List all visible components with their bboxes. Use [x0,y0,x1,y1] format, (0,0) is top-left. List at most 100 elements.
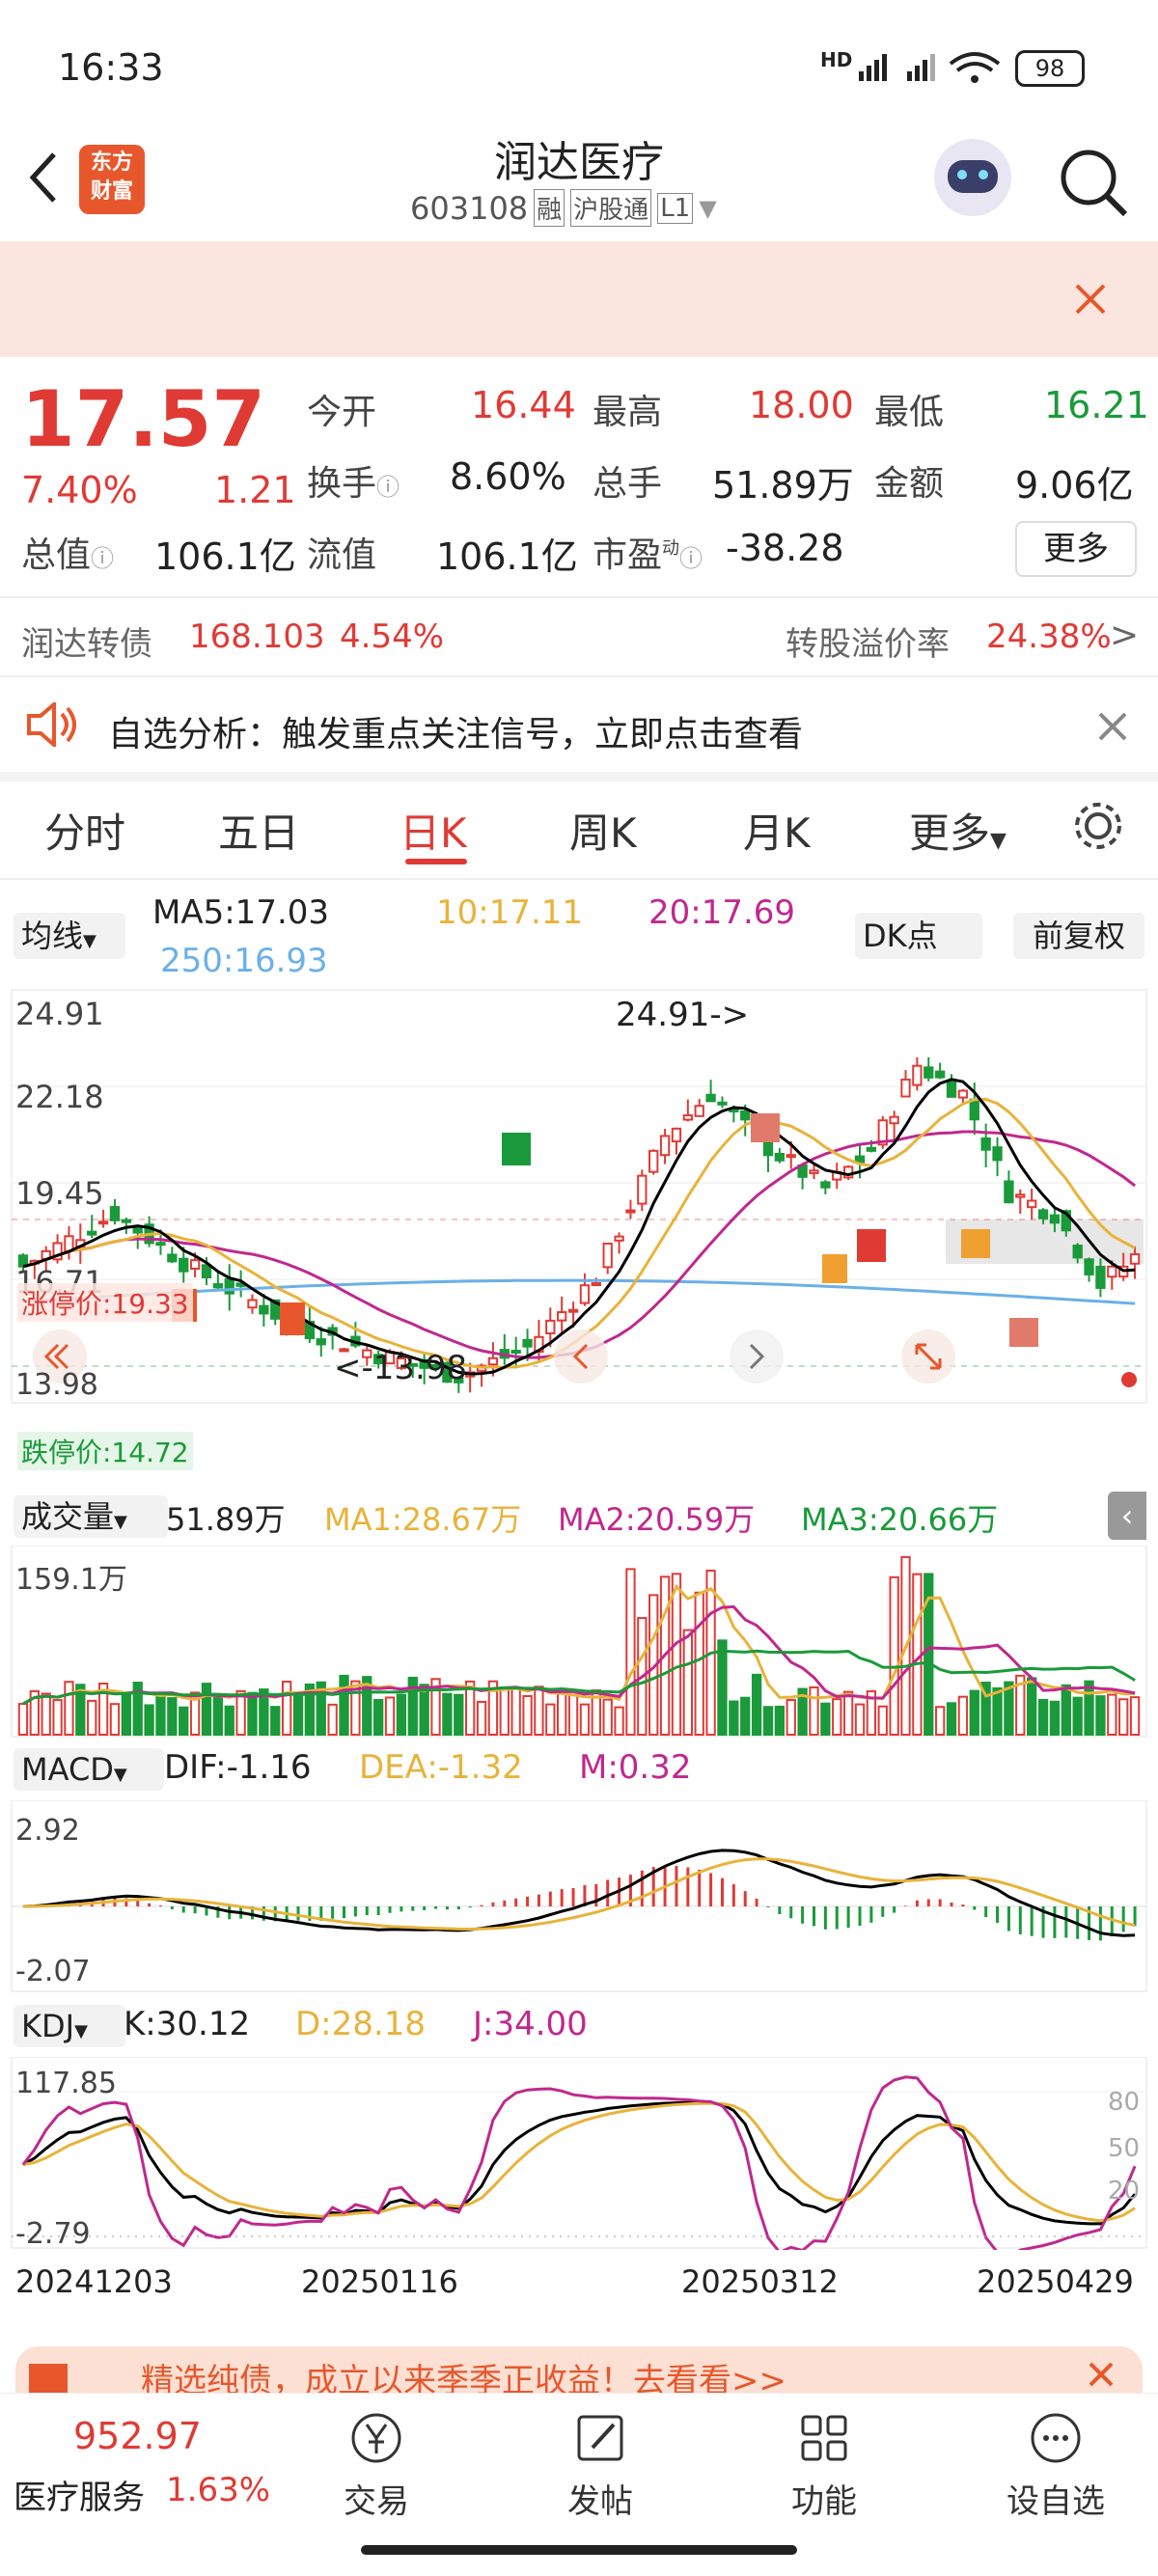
volume-bar [121,1691,131,1736]
notice-bar[interactable]: 自选分析：触发重点关注信号，立即点击查看 [0,677,1158,781]
vol-ma3: MA3:20.66万 [801,1501,999,1538]
battery-level: 98 [1034,55,1065,82]
volume-bar [1027,1677,1037,1737]
sector-pct[interactable]: 1.63% [166,2471,270,2509]
pe-label-text: 市盈 [593,535,663,575]
volume-bar [454,1693,464,1736]
ma250-label: 250:16.93 [160,942,328,980]
ma-selector[interactable]: 均线▼ [14,913,125,959]
signal-marker [822,1254,847,1283]
settings-gear-icon[interactable] [1071,799,1125,853]
dropdown-icon[interactable]: ▼ [699,195,716,222]
battery-icon: 98 [1015,50,1085,87]
kline-chart-area: 均线▼ MA5:17.03 10:17.11 20:17.69 250:16.9… [0,878,1158,2335]
tab-intraday[interactable]: 分时 [44,801,125,860]
scroll-left-button[interactable] [554,1329,608,1384]
candle-body [625,1209,636,1214]
sector-name[interactable]: 医疗服务 [14,2471,145,2518]
collapse-panel-button[interactable]: ‹ [1108,1492,1146,1540]
volume-bar [1084,1680,1094,1736]
volume-selector-label: 成交量 [21,1498,115,1535]
status-time: 16:33 [58,46,164,89]
more-button[interactable]: 更多 [1015,521,1137,577]
candle-body [567,1308,579,1313]
candle-body [705,1093,716,1103]
macd-dea: DEA:-1.32 [359,1748,523,1787]
tab-monthly-k[interactable]: 月K [743,801,811,860]
kline-main-chart[interactable] [0,988,1158,1405]
ma20-label: 20:17.69 [648,893,796,932]
kdj-selector[interactable]: KDJ▼ [14,2005,125,2047]
kdj-axis-top: 117.85 [15,2067,117,2100]
volume-bar [889,1576,899,1737]
nav-post[interactable]: 发帖 [542,2411,658,2522]
volume-bar [694,1591,704,1736]
candle-body [224,1277,234,1295]
pe-sup: 动 [662,538,680,559]
high-marker: 24.91-> [616,996,750,1034]
candle-body [109,1206,121,1221]
megaphone-icon [29,2364,68,2393]
volume-bar [751,1673,762,1736]
home-indicator [361,2545,797,2555]
info-icon[interactable]: ⓘ [679,545,703,572]
info-icon[interactable]: ⓘ [91,545,114,572]
y-axis-2: 22.18 [15,1079,104,1115]
tab-more[interactable]: 更多▼ [909,801,1006,860]
candle-body [934,1070,946,1079]
sector-index-value[interactable]: 952.97 [73,2415,202,2457]
yen-icon [351,2413,401,2463]
volume-bar [579,1703,591,1737]
search-icon[interactable] [1056,145,1133,222]
macd-selector[interactable]: MACD▼ [14,1748,164,1791]
nav-functions[interactable]: 功能 [766,2411,882,2522]
tab-weekly-k[interactable]: 周K [569,801,637,860]
bond-row[interactable]: 润达转债 168.103 4.54% 转股溢价率 24.38% > [0,598,1158,677]
candle-body [522,1338,533,1348]
candle-body [924,1066,934,1079]
candle-body [1049,1214,1061,1224]
candle-body [510,1350,521,1355]
volume-bar [476,1700,487,1736]
candle-body [1004,1180,1014,1204]
assistant-robot-icon[interactable] [934,139,1011,216]
low-label: 最低 [874,393,945,432]
date-label-2: 20250116 [301,2263,458,2300]
grid-icon [801,2415,847,2461]
candle-body [614,1235,624,1242]
volume-bar [717,1639,728,1736]
macd-axis-bottom: -2.07 [15,1955,91,1988]
dk-point-toggle[interactable]: DK点 [855,913,982,959]
tab-daily-k[interactable]: 日K [400,801,467,860]
tab-more-label: 更多 [909,809,991,857]
bottom-nav: 952.97 医疗服务 1.63% 交易 发帖 功能 设自选 [0,2393,1158,2529]
close-icon[interactable] [1071,280,1110,318]
candle-body [1072,1245,1083,1259]
volume-bar [52,1699,63,1737]
volume-bar [17,1703,29,1737]
candle-body [121,1219,131,1223]
hk-connect-badge: 沪股通 [570,189,652,227]
candle-body [671,1127,682,1143]
adjust-selector[interactable]: 前复权 [1013,913,1144,959]
nav-add-watchlist[interactable]: 设自选 [988,2411,1123,2522]
volume-bar [854,1703,866,1737]
close-icon[interactable] [1087,2360,1116,2389]
kdj-j: J:34.00 [473,2005,588,2043]
candle-body [557,1311,567,1322]
info-icon[interactable]: ⓘ [376,474,400,501]
current-price: 17.57 [21,374,266,464]
volume-bar [992,1686,1003,1736]
volume-selector[interactable]: 成交量▼ [14,1495,168,1538]
edit-icon [577,2415,623,2461]
nav-trade[interactable]: 交易 [318,2411,434,2522]
candle-body [900,1078,911,1098]
high-label: 最高 [593,393,663,432]
promo-strip[interactable]: 精选纯债，成立以来季季正收益！去看看>> [15,2346,1143,2393]
scroll-right-button[interactable] [730,1329,784,1384]
volume-bar [934,1706,946,1736]
close-icon[interactable] [1096,710,1129,743]
tab-five-day[interactable]: 五日 [218,801,299,860]
candle-body [1107,1265,1117,1278]
pe-value: -38.28 [726,527,844,569]
